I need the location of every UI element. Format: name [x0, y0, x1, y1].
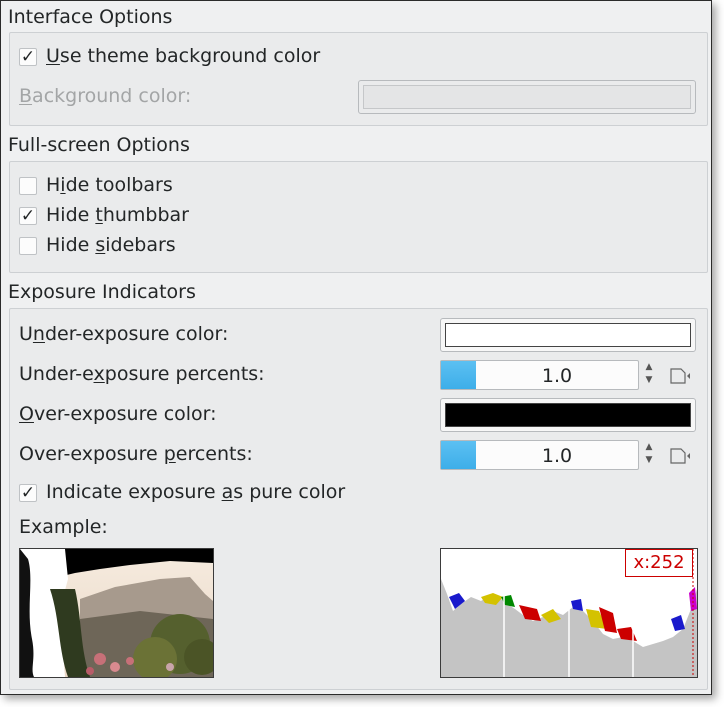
hide-toolbars-checkbox[interactable]: [19, 177, 37, 195]
under-exposure-color-button[interactable]: [440, 318, 696, 352]
pure-color-label[interactable]: Indicate exposure as pure color: [46, 481, 345, 503]
background-color-swatch: [363, 85, 691, 109]
interface-options-title: Interface Options: [8, 6, 173, 28]
spin-fill: [441, 441, 476, 469]
checkbox-check-icon: ✓: [20, 47, 36, 67]
background-color-button[interactable]: [358, 80, 696, 114]
hide-sidebars-label[interactable]: Hide sidebars: [46, 234, 176, 256]
exposure-indicators-title: Exposure Indicators: [8, 281, 196, 303]
background-color-label: Background color:: [19, 85, 192, 107]
spin-fill: [441, 361, 476, 389]
fullscreen-options-title: Full-screen Options: [8, 134, 190, 156]
spin-arrows-icon[interactable]: ▲ ▼: [642, 361, 656, 391]
pure-color-checkbox[interactable]: ✓: [19, 484, 37, 502]
over-exposure-percents-value: 1.0: [541, 445, 573, 467]
under-exposure-percents-spinbox[interactable]: 1.0: [440, 360, 639, 390]
checkbox-check-icon: ✓: [20, 483, 36, 503]
theme-bg-checkbox[interactable]: ✓: [19, 48, 37, 66]
over-exposure-percents-label: Over-exposure percents:: [19, 443, 253, 465]
reset-default-icon[interactable]: [669, 447, 691, 465]
hide-thumbbar-label[interactable]: Hide thumbbar: [46, 204, 189, 226]
hide-sidebars-checkbox[interactable]: [19, 237, 37, 255]
hide-thumbbar-checkbox[interactable]: ✓: [19, 207, 37, 225]
spin-arrows-icon[interactable]: ▲ ▼: [642, 441, 656, 471]
theme-bg-label[interactable]: Use theme background color: [46, 45, 320, 67]
under-exposure-swatch: [445, 323, 691, 347]
over-exposure-color-button[interactable]: [440, 398, 696, 432]
histogram-widget: x:252: [440, 548, 698, 678]
reset-default-icon[interactable]: [669, 367, 691, 385]
under-exposure-color-label: Under-exposure color:: [19, 323, 229, 345]
checkbox-check-icon: ✓: [20, 206, 36, 226]
under-exposure-percents-label: Under-exposure percents:: [19, 363, 265, 385]
histogram-readout: x:252: [625, 549, 693, 577]
settings-panel: Interface Options ✓ Use theme background…: [0, 0, 712, 695]
over-exposure-swatch: [445, 403, 691, 427]
hide-toolbars-label[interactable]: Hide toolbars: [46, 174, 173, 196]
example-preview-image: [19, 548, 214, 678]
under-exposure-percents-value: 1.0: [541, 365, 573, 387]
over-exposure-percents-spinbox[interactable]: 1.0: [440, 440, 639, 470]
over-exposure-color-label: Over-exposure color:: [19, 403, 217, 425]
example-label: Example:: [19, 516, 108, 538]
